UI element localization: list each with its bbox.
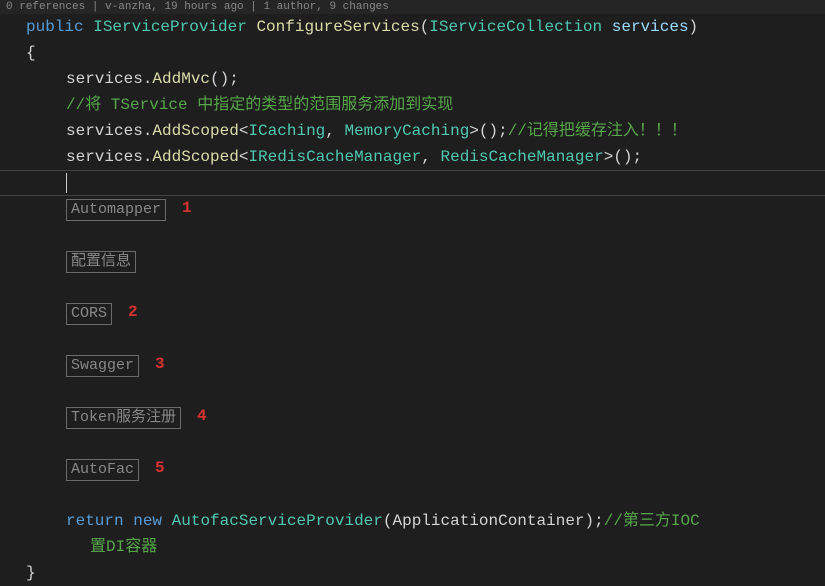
region-swagger[interactable]: Swagger xyxy=(66,355,139,377)
codelens-bar: 0 references | v-anzha, 19 hours ago | 1… xyxy=(0,0,825,14)
codelens-author[interactable]: v-anzha, 19 hours ago xyxy=(105,1,244,13)
return-line: return new AutofacServiceProvider(Applic… xyxy=(6,508,825,534)
region-row: AutoFac 5 xyxy=(6,456,825,482)
method-signature: public IServiceProvider ConfigureService… xyxy=(6,14,825,40)
code-line-addmvc: services.AddMvc(); xyxy=(6,66,825,92)
region-row: Automapper 1 xyxy=(6,196,825,222)
code-line-addscoped-2: services.AddScoped<IRedisCacheManager, R… xyxy=(6,144,825,170)
code-line-addscoped-1: services.AddScoped<ICaching, MemoryCachi… xyxy=(6,118,825,144)
text-caret xyxy=(66,173,67,193)
region-config[interactable]: 配置信息 xyxy=(66,251,136,273)
caret-line[interactable] xyxy=(6,170,825,196)
annotation-number: 4 xyxy=(197,407,207,425)
close-brace: } xyxy=(6,560,825,586)
annotation-number: 2 xyxy=(128,303,138,321)
annotation-number: 1 xyxy=(182,199,192,217)
codelens-sep2: | xyxy=(250,1,263,13)
region-row: CORS 2 xyxy=(6,300,825,326)
codelens-history[interactable]: 1 author, 9 changes xyxy=(263,1,388,13)
annotation-number: 5 xyxy=(155,459,165,477)
comment-line: //将 TService 中指定的类型的范围服务添加到实现 xyxy=(6,92,825,118)
codelens-references[interactable]: 0 references xyxy=(6,1,85,13)
return-line-cont: 置DI容器 xyxy=(6,534,825,560)
region-row: 配置信息 xyxy=(6,248,825,274)
region-autofac[interactable]: AutoFac xyxy=(66,459,139,481)
region-row: Token服务注册 4 xyxy=(6,404,825,430)
codelens-sep: | xyxy=(92,1,105,13)
region-row: Swagger 3 xyxy=(6,352,825,378)
region-token[interactable]: Token服务注册 xyxy=(66,407,181,429)
open-brace: { xyxy=(6,40,825,66)
code-editor[interactable]: public IServiceProvider ConfigureService… xyxy=(0,14,825,586)
region-automapper[interactable]: Automapper xyxy=(66,199,166,221)
region-cors[interactable]: CORS xyxy=(66,303,112,325)
annotation-number: 3 xyxy=(155,355,165,373)
